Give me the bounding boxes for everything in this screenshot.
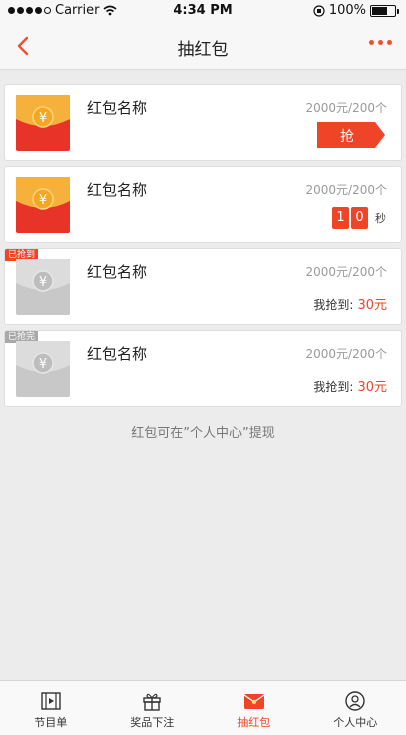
red-envelope-list: ¥ 红包名称 2000元/200个 抢 ¥ 红包名称 2000元/200个 1 … bbox=[4, 84, 402, 412]
envelope-name: 红包名称 bbox=[87, 263, 148, 281]
grabbed-label: 我抢到: bbox=[313, 298, 354, 312]
tab-label: 个人中心 bbox=[333, 716, 378, 729]
envelope-amount: 2000元/200个 bbox=[305, 183, 388, 197]
gray-envelope-icon: ¥ bbox=[16, 341, 70, 397]
countdown-timer: 1 0 秒 bbox=[332, 207, 386, 229]
battery-icon bbox=[370, 4, 399, 17]
envelope-name: 红包名称 bbox=[87, 345, 148, 363]
red-envelope-card[interactable]: ¥ 红包名称 2000元/200个 1 0 秒 bbox=[4, 166, 402, 243]
countdown-unit: 秒 bbox=[375, 212, 386, 225]
page-title: 抽红包 bbox=[177, 40, 229, 60]
tab-label: 抽红包 bbox=[237, 716, 271, 729]
tab-label: 奖品下注 bbox=[130, 716, 175, 729]
red-envelope-card[interactable]: 已抢到 ¥ 红包名称 2000元/200个 我抢到: 30元 bbox=[4, 248, 402, 325]
grabbed-label: 我抢到: bbox=[313, 380, 354, 394]
red-envelope-icon: ¥ bbox=[16, 177, 70, 233]
more-options-icon[interactable] bbox=[369, 40, 392, 45]
grabbed-value: 30元 bbox=[357, 298, 387, 313]
envelope-amount: 2000元/200个 bbox=[305, 347, 388, 361]
red-envelope-icon bbox=[243, 694, 265, 709]
grabbed-amount: 我抢到: 30元 bbox=[313, 294, 387, 313]
status-bar: Carrier 4:34 PM 100% bbox=[0, 0, 406, 22]
envelope-amount: 2000元/200个 bbox=[305, 101, 388, 115]
svg-text:¥: ¥ bbox=[39, 111, 47, 126]
envelope-name: 红包名称 bbox=[87, 99, 148, 117]
withdraw-hint: 红包可在”个人中心”提现 bbox=[131, 426, 275, 441]
tab-prize-bet[interactable]: 奖品下注 bbox=[102, 681, 204, 735]
svg-text:¥: ¥ bbox=[39, 193, 47, 208]
red-envelope-icon: ¥ bbox=[16, 95, 70, 151]
svg-text:¥: ¥ bbox=[39, 275, 47, 290]
countdown-digit: 1 bbox=[332, 207, 349, 229]
grabbed-amount: 我抢到: 30元 bbox=[313, 376, 387, 395]
grabbed-value: 30元 bbox=[357, 380, 387, 395]
tab-label: 节目单 bbox=[34, 716, 68, 729]
grab-button[interactable]: 抢 bbox=[317, 122, 385, 148]
tab-bar: 节目单 奖品下注 抽红包 个人中心 bbox=[0, 680, 406, 735]
gift-icon bbox=[143, 693, 161, 711]
red-envelope-card[interactable]: ¥ 红包名称 2000元/200个 抢 bbox=[4, 84, 402, 161]
film-icon bbox=[41, 692, 61, 710]
tab-red-envelope[interactable]: 抽红包 bbox=[203, 681, 305, 735]
grab-button-label: 抢 bbox=[340, 129, 354, 145]
envelope-name: 红包名称 bbox=[87, 181, 148, 199]
svg-text:¥: ¥ bbox=[39, 357, 47, 372]
countdown-digit: 0 bbox=[351, 207, 368, 229]
gray-envelope-icon: ¥ bbox=[16, 259, 70, 315]
red-envelope-card[interactable]: 已抢完 ¥ 红包名称 2000元/200个 我抢到: 30元 bbox=[4, 330, 402, 407]
user-circle-icon bbox=[345, 691, 365, 711]
status-right: 100% bbox=[313, 3, 399, 18]
orientation-lock-icon bbox=[313, 4, 325, 17]
envelope-amount: 2000元/200个 bbox=[305, 265, 388, 279]
battery-percent: 100% bbox=[328, 3, 366, 18]
navigation-bar: 抽红包 bbox=[0, 22, 406, 70]
tab-program-list[interactable]: 节目单 bbox=[0, 681, 102, 735]
tab-personal-center[interactable]: 个人中心 bbox=[305, 681, 406, 735]
